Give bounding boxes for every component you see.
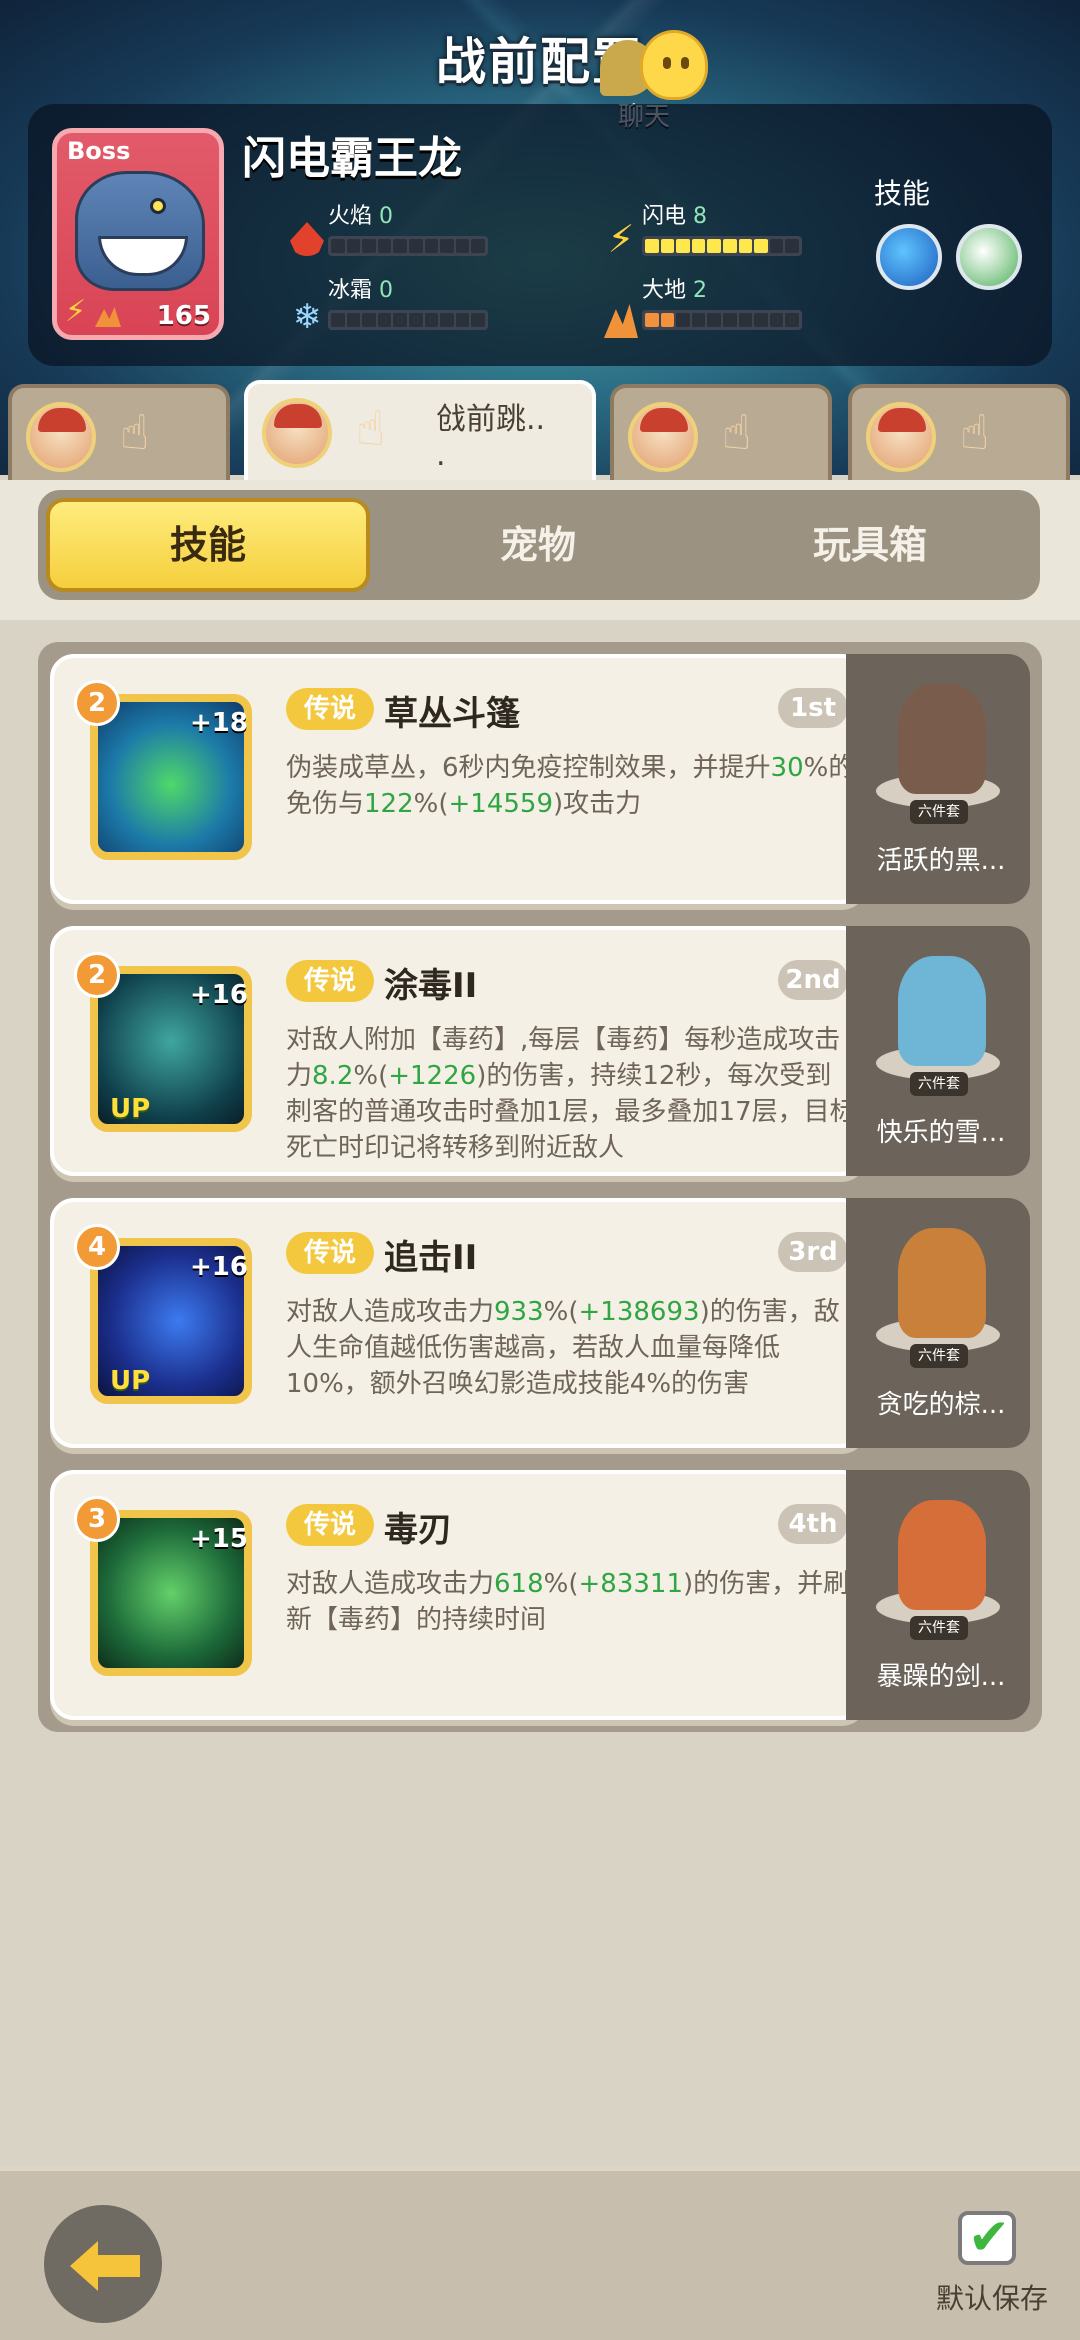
- default-save-label: 默认保存: [936, 2282, 1049, 2315]
- skill-bonus: +16: [190, 980, 248, 1010]
- lightning-level-bar: [642, 236, 802, 256]
- skill-rank-badge: 3rd: [778, 1232, 848, 1272]
- hand-pointer-icon: ☝: [722, 405, 752, 461]
- pet-set-tag: 六件套: [910, 1344, 968, 1368]
- pet-figure: [898, 1228, 986, 1338]
- ice-level-bar: [328, 310, 488, 330]
- pet-slot[interactable]: 六件套贪吃的棕...: [846, 1198, 1030, 1448]
- pet-figure: [898, 956, 986, 1066]
- back-button[interactable]: [44, 2205, 162, 2323]
- boss-card[interactable]: Boss ⚡ 165: [52, 128, 224, 340]
- skill-bonus: +15: [190, 1524, 248, 1554]
- hero-tab-2[interactable]: ☝ 戗前跳.. .: [244, 380, 596, 480]
- earth-icon: [95, 307, 121, 327]
- pet-set-tag: 六件套: [910, 1072, 968, 1096]
- hero-tabs: ☝ ☝ 戗前跳.. . ☝ ☝: [0, 380, 1080, 480]
- pet-slot[interactable]: 六件套快乐的雪...: [846, 926, 1030, 1176]
- skill-bonus: +16: [190, 1252, 248, 1282]
- back-arrow-icon: [70, 2241, 140, 2291]
- pet-name: 贪吃的棕...: [876, 1390, 1006, 1420]
- pet-figure: [898, 684, 986, 794]
- chat-icon: [640, 30, 708, 100]
- boss-portrait: [75, 171, 205, 291]
- fire-level-bar: [328, 236, 488, 256]
- hero-avatar: [26, 402, 96, 472]
- skill-list: 2 +18 传说 草丛斗篷 1st 伪装成草丛，6秒内免疫控制效果，并提升30%的免伤与1…: [38, 642, 1042, 1732]
- skill-rank-badge: 2nd: [778, 960, 848, 1000]
- skill-rank-badge: 1st: [778, 688, 848, 728]
- rarity-badge: 传说: [286, 1504, 374, 1546]
- page-title: 战前配置: [436, 33, 644, 91]
- hand-pointer-icon: ☝: [960, 405, 990, 461]
- skill-level-badge: 2: [74, 952, 120, 998]
- boss-level: 165: [156, 301, 211, 331]
- skill-card[interactable]: 2 +18 传说 草丛斗篷 1st 伪装成草丛，6秒内免疫控制效果，并提升30%的免伤与1…: [50, 654, 866, 904]
- skill-description: 对敌人造成攻击力618%(+83311)的伤害，并刷新【毒药】的持续时间: [286, 1569, 850, 1635]
- pet-slot[interactable]: 六件套暴躁的剑...: [846, 1470, 1030, 1720]
- hero-avatar: [262, 398, 332, 468]
- ice-icon: ❄: [292, 297, 322, 337]
- skill-description: 对敌人造成攻击力933%(+138693)的伤害，敌人生命值越低伤害越高，若敌人…: [286, 1297, 840, 1399]
- skill-level-badge: 2: [74, 680, 120, 726]
- earth-icon: [604, 304, 638, 338]
- element-lightning: 闪电 8: [642, 198, 842, 256]
- boss-info-panel: Boss ⚡ 165 闪电霸王龙 火焰 0 ⚡ 闪电 8 ❄ 冰霜 0 大地 2…: [28, 104, 1052, 366]
- pet-slot[interactable]: 六件套活跃的黑...: [846, 654, 1030, 904]
- pet-name: 快乐的雪...: [876, 1118, 1006, 1148]
- skill-card[interactable]: 3 +15 传说 毒刃 4th 对敌人造成攻击力618%(+83311)的伤害，并刷新【毒…: [50, 1470, 866, 1720]
- hero-tab-4[interactable]: ☝: [848, 384, 1070, 480]
- skill-level-badge: 4: [74, 1224, 120, 1270]
- hero-avatar: [866, 402, 936, 472]
- hero-tab-label: 戗前跳.. .: [436, 402, 546, 473]
- tab-toybox[interactable]: 玩具箱: [708, 498, 1032, 592]
- config-tabs: 技能 宠物 玩具箱: [38, 490, 1040, 600]
- skill-level-badge: 3: [74, 1496, 120, 1542]
- pet-set-tag: 六件套: [910, 800, 968, 824]
- element-ice: 冰霜 0: [328, 272, 528, 330]
- skill-description: 对敌人附加【毒药】,每层【毒药】每秒造成攻击力8.2%(+1226)的伤害，持续…: [286, 1025, 856, 1163]
- tab-skills[interactable]: 技能: [46, 498, 370, 592]
- earth-level-bar: [642, 310, 802, 330]
- element-fire: 火焰 0: [328, 198, 528, 256]
- pet-name: 活跃的黑...: [876, 846, 1006, 876]
- bottom-bar: ✔ 默认保存: [0, 2166, 1080, 2340]
- boss-skill-nature-orb-icon[interactable]: [956, 224, 1022, 290]
- element-earth: 大地 2: [642, 272, 842, 330]
- check-icon: ✔: [968, 2208, 1010, 2266]
- rarity-badge: 传说: [286, 960, 374, 1002]
- default-save-checkbox[interactable]: ✔: [958, 2208, 1016, 2266]
- hero-avatar: [628, 402, 698, 472]
- skill-up-badge: UP: [110, 1366, 151, 1396]
- boss-skills-label: 技能: [874, 177, 931, 210]
- fire-icon: [290, 222, 324, 256]
- tab-pets[interactable]: 宠物: [376, 498, 700, 592]
- pet-set-tag: 六件套: [910, 1616, 968, 1640]
- rarity-badge: 传说: [286, 1232, 374, 1274]
- skill-card[interactable]: 2 +16 UP 传说 涂毒II 2nd 对敌人附加【毒药】,每层【毒药】每秒造成攻击力8.…: [50, 926, 866, 1176]
- skill-bonus: +18: [190, 708, 248, 738]
- skill-name: 草丛斗篷: [384, 694, 520, 734]
- skill-name: 追击II: [384, 1238, 478, 1278]
- pet-name: 暴躁的剑...: [876, 1662, 1006, 1692]
- hero-tab-1[interactable]: ☝: [8, 384, 230, 480]
- boss-name: 闪电霸王龙: [242, 133, 462, 184]
- hand-pointer-icon: ☝: [120, 405, 150, 461]
- skill-name: 毒刃: [384, 1510, 452, 1550]
- boss-skill-lightning-orb-icon[interactable]: [876, 224, 942, 290]
- hero-tab-3[interactable]: ☝: [610, 384, 832, 480]
- hand-pointer-icon: ☝: [356, 401, 386, 457]
- pet-figure: [898, 1500, 986, 1610]
- skill-description: 伪装成草丛，6秒内免疫控制效果，并提升30%的免伤与122%(+14559)攻击…: [286, 753, 855, 819]
- skill-card[interactable]: 4 +16 UP 传说 追击II 3rd 对敌人造成攻击力933%(+138693)的伤害，…: [50, 1198, 866, 1448]
- skill-up-badge: UP: [110, 1094, 151, 1124]
- lightning-icon: ⚡: [65, 294, 87, 329]
- skill-rank-badge: 4th: [778, 1504, 848, 1544]
- rarity-badge: 传说: [286, 688, 374, 730]
- boss-tag: Boss: [67, 137, 131, 165]
- skill-name: 涂毒II: [384, 966, 478, 1006]
- config-tabs-area: 技能 宠物 玩具箱: [0, 480, 1080, 620]
- lightning-icon: ⚡: [607, 217, 635, 261]
